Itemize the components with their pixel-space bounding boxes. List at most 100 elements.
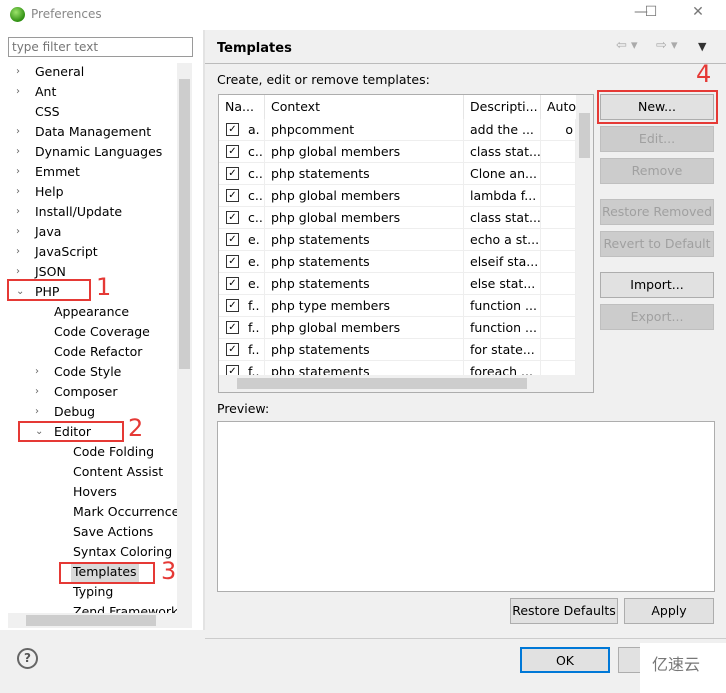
annotation-number: 1 [96, 273, 112, 301]
auto-cell [541, 229, 576, 251]
tree-item-label: Syntax Coloring [73, 544, 173, 559]
restore-removed-button[interactable]: Restore Removed [600, 199, 714, 225]
tree-item-label: Code Coverage [54, 324, 150, 339]
tree-item-label: General [35, 64, 85, 79]
preview-area[interactable] [217, 421, 715, 592]
view-menu-icon[interactable]: ▼ [698, 40, 706, 53]
description-cell: add the ... [464, 119, 541, 141]
column-header-context[interactable]: Context [265, 95, 464, 119]
annotation-number: 3 [161, 557, 177, 585]
tree-item-label: Emmet [35, 164, 80, 179]
name-cell: ✓ e. [219, 273, 265, 295]
filter-input[interactable] [8, 37, 193, 57]
maximize-button[interactable]: ☐ [636, 4, 666, 24]
chevron-right-icon[interactable]: › [16, 222, 26, 242]
tree-item-label: JavaScript [35, 244, 98, 259]
context-cell: php global members [265, 317, 464, 339]
column-header-name[interactable]: Na... [219, 95, 265, 119]
template-name: c.. [248, 188, 263, 203]
context-cell: php statements [265, 163, 464, 185]
auto-cell [541, 185, 576, 207]
tree-item-label: Mark Occurrences [73, 504, 177, 519]
edit-button[interactable]: Edit... [600, 126, 714, 152]
ok-button[interactable]: OK [520, 647, 610, 673]
checkbox[interactable]: ✓ [226, 211, 239, 224]
checkbox[interactable]: ✓ [226, 189, 239, 202]
checkbox[interactable]: ✓ [226, 123, 239, 136]
chevron-right-icon[interactable]: › [16, 202, 26, 222]
chevron-right-icon[interactable]: › [16, 122, 26, 142]
context-cell: php statements [265, 273, 464, 295]
name-cell: ✓ e. [219, 251, 265, 273]
export-button[interactable]: Export... [600, 304, 714, 330]
name-cell: ✓ a. [219, 119, 265, 141]
help-icon[interactable]: ? [17, 648, 38, 669]
chevron-right-icon[interactable]: › [35, 382, 45, 402]
tree-item-label: Debug [54, 404, 96, 419]
checkbox[interactable]: ✓ [226, 277, 239, 290]
checkbox[interactable]: ✓ [226, 145, 239, 158]
tree-item-label: Typing [73, 584, 114, 599]
back-icon[interactable]: ⇦ ▾ [616, 38, 638, 53]
column-header-auto[interactable]: Auto [541, 95, 581, 119]
table-row[interactable]: ✓ c.. php global members class stat... [219, 141, 576, 163]
chevron-right-icon[interactable]: › [16, 242, 26, 262]
apply-button[interactable]: Apply [624, 598, 714, 624]
tree-item-label: Appearance [54, 304, 130, 319]
template-name: c.. [248, 166, 263, 181]
description-cell: Clone an... [464, 163, 541, 185]
table-row[interactable]: ✓ c.. php global members class stat... [219, 207, 576, 229]
annotation-number: 4 [696, 60, 712, 88]
table-row[interactable]: ✓ e. php statements echo a st... [219, 229, 576, 251]
checkbox[interactable]: ✓ [226, 255, 239, 268]
chevron-right-icon[interactable]: › [16, 182, 26, 202]
checkbox[interactable]: ✓ [226, 233, 239, 246]
restore-defaults-button[interactable]: Restore Defaults [510, 598, 618, 624]
template-name: e. [248, 232, 260, 247]
checkbox[interactable]: ✓ [226, 343, 239, 356]
tree-horizontal-scrollbar[interactable] [8, 613, 192, 628]
chevron-right-icon[interactable]: › [16, 162, 26, 182]
templates-table: Na... Context Descripti... Auto ✓ a. phpco… [218, 94, 594, 393]
tree-item-label: Java [35, 224, 62, 239]
table-row[interactable]: ✓ f.. php global members function ... [219, 317, 576, 339]
table-row[interactable]: ✓ e. php statements else stat... [219, 273, 576, 295]
remove-button[interactable]: Remove [600, 158, 714, 184]
chevron-right-icon[interactable]: › [16, 142, 26, 162]
table-row[interactable]: ✓ e. php statements elseif sta... [219, 251, 576, 273]
tree-item-label: CSS [35, 104, 60, 119]
description-label: Create, edit or remove templates: [217, 72, 430, 87]
forward-icon[interactable]: ⇨ ▾ [656, 38, 678, 53]
table-row[interactable]: ✓ c.. php global members lambda f... [219, 185, 576, 207]
import-button[interactable]: Import... [600, 272, 714, 298]
template-name: e. [248, 276, 260, 291]
checkbox[interactable]: ✓ [226, 321, 239, 334]
table-horizontal-scrollbar[interactable] [219, 375, 593, 392]
table-row[interactable]: ✓ c.. php statements Clone an... [219, 163, 576, 185]
tree-vertical-scrollbar[interactable] [177, 63, 192, 613]
tree-item-label: Data Management [35, 124, 152, 139]
close-button[interactable]: ✕ [683, 4, 713, 24]
tree-item-label: Content Assist [73, 464, 164, 479]
table-vertical-scrollbar[interactable] [576, 95, 593, 375]
chevron-right-icon[interactable]: › [35, 402, 45, 422]
annotation-box-php [7, 279, 91, 301]
window-title: Preferences [31, 7, 102, 21]
checkbox[interactable]: ✓ [226, 299, 239, 312]
table-row[interactable]: ✓ a. phpcomment add the ... o [219, 119, 576, 141]
name-cell: ✓ c.. [219, 185, 265, 207]
table-row[interactable]: ✓ f.. php statements for state... [219, 339, 576, 361]
description-cell: function ... [464, 295, 541, 317]
table-row[interactable]: ✓ f.. php type members function ... [219, 295, 576, 317]
revert-to-default-button[interactable]: Revert to Default [600, 231, 714, 257]
chevron-right-icon[interactable]: › [16, 82, 26, 102]
context-cell: php statements [265, 229, 464, 251]
context-cell: php global members [265, 185, 464, 207]
column-header-description[interactable]: Descripti... [464, 95, 541, 119]
context-cell: php statements [265, 339, 464, 361]
checkbox[interactable]: ✓ [226, 167, 239, 180]
chevron-right-icon[interactable]: › [35, 362, 45, 382]
name-cell: ✓ c.. [219, 163, 265, 185]
page-title: Templates [217, 41, 292, 56]
chevron-right-icon[interactable]: › [16, 62, 26, 82]
